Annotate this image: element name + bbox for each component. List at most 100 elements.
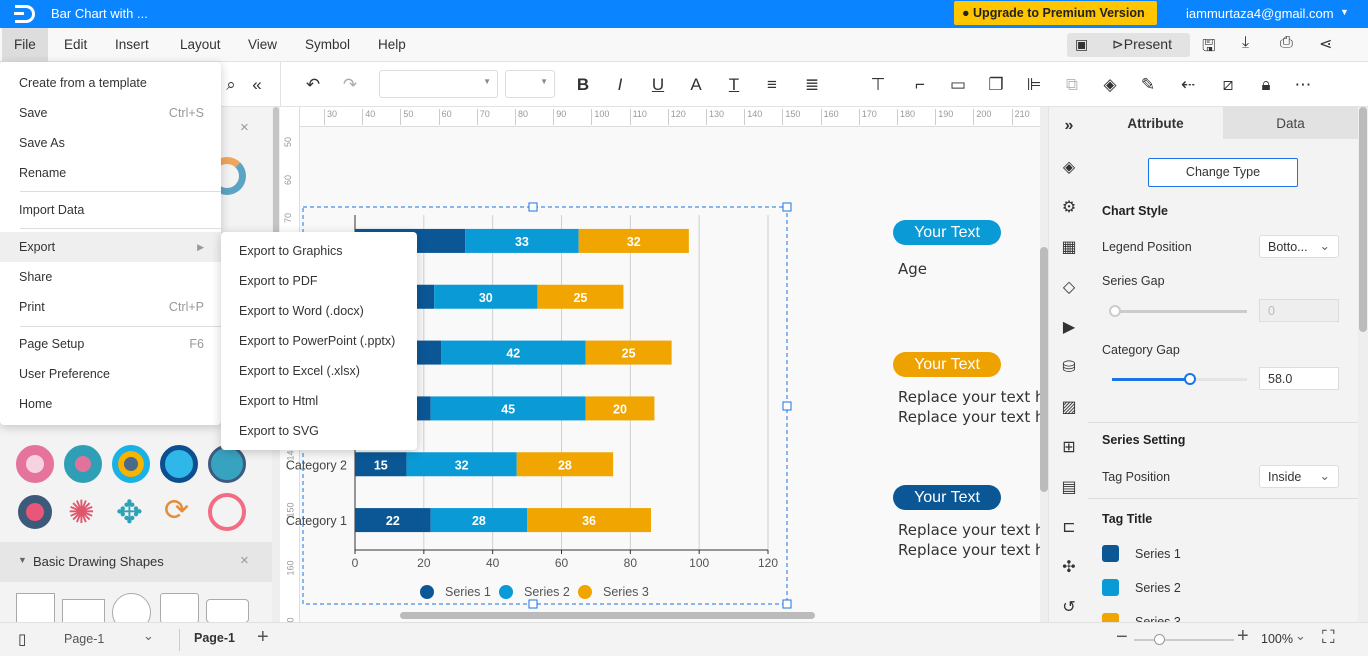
save-icon[interactable]: 🖫: [1202, 35, 1216, 62]
page-select-chevron-icon[interactable]: ⌄: [143, 628, 154, 644]
menu-item-export[interactable]: Export ▶: [0, 232, 221, 262]
history-icon[interactable]: ↺: [1059, 597, 1079, 617]
menu-edit[interactable]: Edit: [52, 28, 99, 62]
line-style-icon[interactable]: ⇠: [1175, 72, 1201, 98]
menu-item-save[interactable]: Save Ctrl+S: [0, 98, 221, 128]
series-gap-slider[interactable]: [1109, 305, 1247, 317]
text-box-icon[interactable]: ⊤: [865, 72, 891, 98]
menu-symbol[interactable]: Symbol: [293, 28, 362, 62]
menu-item-user-preference[interactable]: User Preference: [0, 359, 221, 389]
menu-help[interactable]: Help: [366, 28, 418, 62]
add-page-icon[interactable]: +: [257, 626, 269, 649]
connector-icon[interactable]: ⌐: [907, 72, 933, 98]
lock-icon[interactable]: 🔒︎: [1253, 72, 1279, 98]
right-panel-scrollbar[interactable]: [1358, 107, 1368, 622]
grid-icon[interactable]: ▦: [1059, 237, 1079, 257]
image-icon[interactable]: ▨: [1059, 397, 1079, 417]
menu-item-share[interactable]: Share: [0, 262, 221, 292]
export-graphics[interactable]: Export to Graphics: [221, 236, 417, 266]
presentation-icon[interactable]: ▶: [1059, 317, 1079, 337]
print-icon[interactable]: ⎙: [1280, 34, 1293, 52]
shape-settings-icon[interactable]: ⚙: [1059, 197, 1079, 217]
zoom-in-icon[interactable]: +: [1237, 625, 1249, 648]
redo-icon[interactable]: ↷: [337, 72, 363, 98]
bold-icon[interactable]: B: [570, 72, 596, 98]
library-section-header[interactable]: ▼ Basic Drawing Shapes ×: [0, 542, 272, 582]
page-select[interactable]: Page-1: [64, 632, 104, 646]
share-icon[interactable]: ⋖: [1319, 34, 1332, 54]
zoom-out-icon[interactable]: −: [1116, 626, 1128, 649]
layout-icon[interactable]: ▤: [1059, 477, 1079, 497]
canvas-hscrollbar[interactable]: [400, 612, 815, 619]
text-pill-2[interactable]: Your Text: [893, 352, 1001, 377]
line-spacing-icon[interactable]: ≣: [799, 72, 825, 98]
document-title[interactable]: Bar Chart with ...: [51, 6, 148, 21]
shape-rectangle[interactable]: [62, 599, 105, 623]
export-powerpoint[interactable]: Export to PowerPoint (.pptx): [221, 326, 417, 356]
org-chart-icon[interactable]: ⊞: [1059, 437, 1079, 457]
series-3-color-swatch[interactable]: [1102, 613, 1119, 622]
layers-icon[interactable]: ◇: [1059, 277, 1079, 297]
expand-panel-icon[interactable]: »: [1059, 117, 1079, 137]
zoom-slider-thumb[interactable]: [1154, 634, 1165, 645]
download-icon[interactable]: ⤓: [1242, 34, 1249, 52]
symbol-donut-teal[interactable]: [64, 445, 102, 483]
upgrade-button[interactable]: ● Upgrade to Premium Version: [954, 1, 1157, 25]
symbol-radial-blue[interactable]: [160, 445, 198, 483]
category-gap-slider[interactable]: [1112, 373, 1247, 385]
text-block-3-line-1[interactable]: Replace your text h: [898, 520, 1040, 540]
bring-front-icon[interactable]: ▭: [945, 72, 971, 98]
underline-icon[interactable]: U: [645, 72, 671, 98]
tab-data[interactable]: Data: [1223, 107, 1358, 139]
shape-square[interactable]: [16, 593, 55, 623]
symbol-octagon[interactable]: [18, 495, 52, 529]
export-word[interactable]: Export to Word (.docx): [221, 296, 417, 326]
line-color-icon[interactable]: ✎: [1135, 72, 1161, 98]
canvas-vscrollbar[interactable]: [1040, 107, 1048, 622]
symbol-diamond-arrows[interactable]: ✥: [116, 493, 143, 531]
edit-shape-icon[interactable]: ⧄: [1215, 72, 1241, 98]
export-html[interactable]: Export to Html: [221, 386, 417, 416]
close-section-icon[interactable]: ×: [240, 552, 249, 569]
menu-item-rename[interactable]: Rename: [0, 158, 221, 188]
fill-icon[interactable]: ◈: [1097, 72, 1123, 98]
legend-position-select[interactable]: Botto... ⌄: [1259, 235, 1339, 258]
symbol-radial-gray[interactable]: [208, 445, 246, 483]
symbol-donut-pink[interactable]: [16, 445, 54, 483]
text-block-2-line-1[interactable]: Replace your text h: [898, 387, 1040, 407]
text-block-2-line-2[interactable]: Replace your text h: [898, 407, 1040, 427]
zoom-chevron-icon[interactable]: ⌄: [1295, 628, 1306, 644]
menu-item-create-template[interactable]: Create from a template: [0, 68, 221, 98]
menu-item-print[interactable]: Print Ctrl+P: [0, 292, 221, 322]
group-icon[interactable]: ⧉: [1059, 72, 1085, 98]
user-account[interactable]: iammurtaza4@gmail.com: [1186, 6, 1334, 21]
font-family-select[interactable]: ▼: [379, 70, 498, 98]
menu-item-page-setup[interactable]: Page Setup F6: [0, 329, 221, 359]
send-back-icon[interactable]: ❐: [983, 72, 1009, 98]
series-1-color-swatch[interactable]: [1102, 545, 1119, 562]
italic-icon[interactable]: I: [607, 72, 633, 98]
zoom-level[interactable]: 100%: [1261, 632, 1293, 646]
menu-item-home[interactable]: Home: [0, 389, 221, 419]
menu-file[interactable]: File: [2, 28, 48, 62]
symbol-donut-yellow[interactable]: [112, 445, 150, 483]
page-panel-icon[interactable]: ▯: [18, 630, 26, 648]
shape-rounded-square[interactable]: [160, 593, 199, 623]
export-excel[interactable]: Export to Excel (.xlsx): [221, 356, 417, 386]
export-svg[interactable]: Export to SVG: [221, 416, 417, 446]
database-icon[interactable]: ⛁: [1059, 357, 1079, 377]
connector-style-icon[interactable]: ⊏: [1059, 517, 1079, 537]
slideshow-icon[interactable]: ▣: [1075, 36, 1088, 53]
slider-thumb[interactable]: [1184, 373, 1197, 385]
text-block-1-line-1[interactable]: Age: [898, 259, 1040, 279]
font-size-select[interactable]: ▼: [505, 70, 555, 98]
menu-item-save-as[interactable]: Save As: [0, 128, 221, 158]
slider-thumb[interactable]: [1109, 305, 1121, 317]
menu-layout[interactable]: Layout: [168, 28, 233, 62]
search-icon[interactable]: ⌕: [218, 72, 244, 98]
fullscreen-icon[interactable]: ⛶: [1322, 627, 1335, 648]
tab-attribute[interactable]: Attribute: [1088, 107, 1223, 139]
close-library-icon[interactable]: ×: [240, 119, 249, 136]
menu-insert[interactable]: Insert: [103, 28, 161, 62]
series-2-color-swatch[interactable]: [1102, 579, 1119, 596]
